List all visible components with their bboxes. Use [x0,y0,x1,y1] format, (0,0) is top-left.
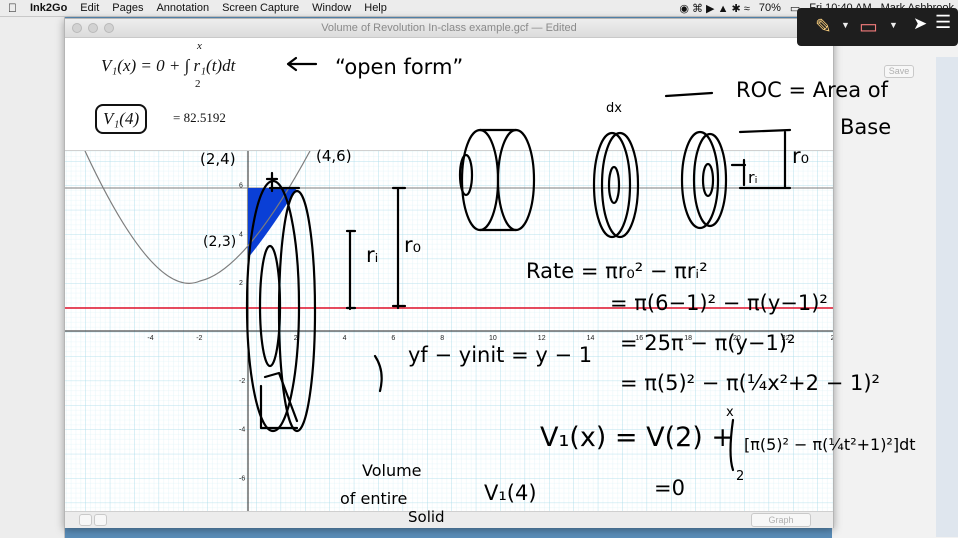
x-tick-label: -2 [196,335,202,342]
menu-window[interactable]: Window [312,2,351,14]
background-save-button[interactable]: Save [884,65,914,78]
apple-icon[interactable]:  [8,1,22,15]
graph-canvas[interactable]: -4-22468101214161820222426 642-2-4-6 [65,150,887,511]
upper-limit-x: x [197,40,202,52]
x-tick-label: 18 [684,335,692,342]
menu-pages[interactable]: Pages [112,2,143,14]
x-tick-label: 6 [391,335,395,342]
status-icons[interactable]: ◉ ⌘ ▶ ▲ ✱ ≈ [679,2,749,15]
x-tick-label: 16 [635,335,643,342]
menu-help[interactable]: Help [364,2,387,14]
x-tick-label: 8 [440,335,444,342]
menu-app[interactable]: Ink2Go [30,2,67,14]
lower-limit-2: 2 [195,78,201,90]
graph-button[interactable]: Graph [751,513,811,527]
equation-v1-open-form[interactable]: V₁(x) = 0 + ∫ r₁(t)dt [101,56,235,76]
x-tick-label: 14 [587,335,595,342]
x-tick-label: 24 [831,335,833,342]
background-window [0,17,65,538]
x-tick-label: 22 [782,335,790,342]
x-tick-label: 20 [733,335,741,342]
y-tick-label: 2 [239,280,243,287]
pen-dropdown-icon[interactable]: ▼ [841,20,850,30]
ink-palette: ✎ ▼ ▭ ▼ ➤ ☰ [797,8,958,46]
x-tick-label: 10 [489,335,497,342]
x-tick-label: -4 [147,335,153,342]
y-tick-label: 6 [239,183,243,190]
eraser-tool-icon[interactable]: ▭ [859,14,878,39]
formula-panel[interactable]: x V₁(x) = 0 + ∫ r₁(t)dt 2 V₁(4) = 82.519… [65,38,833,151]
window-title: Volume of Revolution In-class example.gc… [321,22,577,34]
menu-screen-capture[interactable]: Screen Capture [222,2,299,14]
desktop-widgets [936,57,958,537]
x-tick-label: 12 [538,335,546,342]
image-icon[interactable] [79,514,92,526]
menu-edit[interactable]: Edit [80,2,99,14]
pen-tool-icon[interactable]: ✎ [815,14,832,39]
background-app-window: Save [832,17,958,538]
graph-pane[interactable]: -4-22468101214161820222426 642-2-4-6 [65,150,887,511]
equation-v1-at-4[interactable]: V₁(4) [95,104,148,134]
y-tick-label: -2 [239,378,245,385]
menu-annotation[interactable]: Annotation [156,2,209,14]
evaluated-value: = 82.5192 [173,110,226,125]
eraser-dropdown-icon[interactable]: ▼ [889,20,898,30]
y-tick-label: -6 [239,475,245,482]
battery-percent[interactable]: 70% [759,2,781,14]
image-large-icon[interactable] [94,514,107,526]
y-tick-label: 4 [239,231,243,238]
title-bar[interactable]: Volume of Revolution In-class example.gc… [65,19,833,38]
bottom-bar: Graph [65,511,833,528]
more-tools-icon[interactable]: ☰ [935,12,951,33]
cursor-tool-icon[interactable]: ➤ [913,14,927,34]
y-tick-label: -4 [239,427,245,434]
x-tick-label: 4 [343,335,347,342]
grapher-window: Volume of Revolution In-class example.gc… [64,18,887,528]
